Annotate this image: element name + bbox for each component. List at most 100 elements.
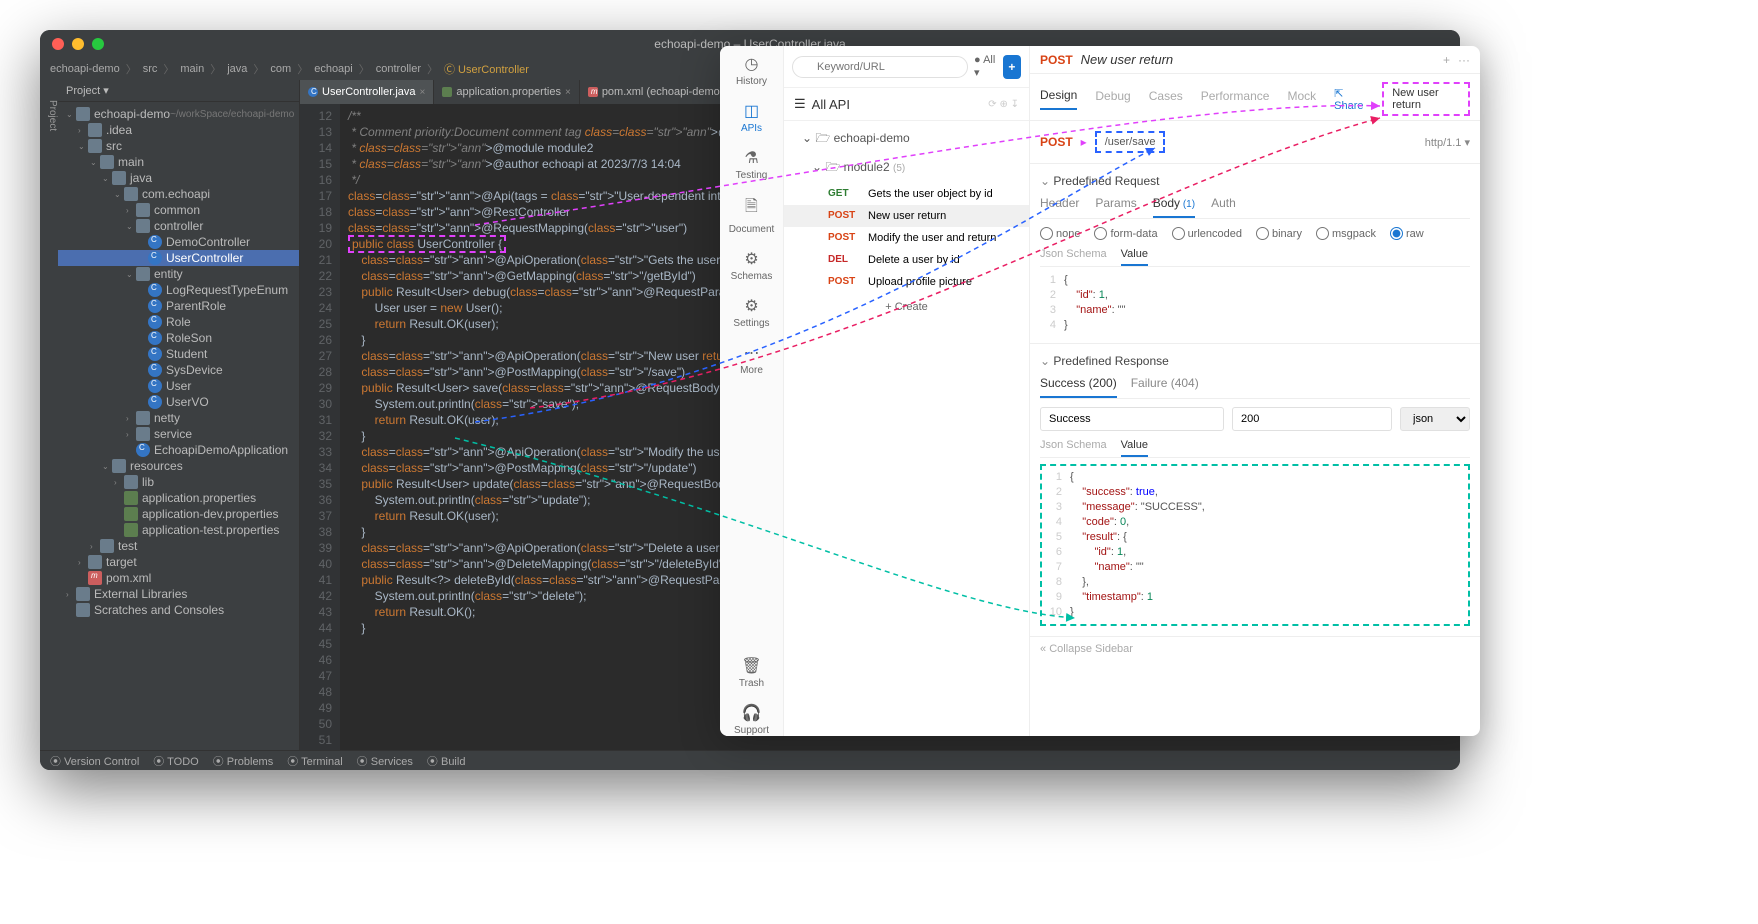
- create-api-button[interactable]: + Create: [784, 293, 1029, 321]
- response-json[interactable]: 12345678910 { "success": true, "message"…: [1046, 470, 1464, 620]
- statusbar-item[interactable]: ⦿ Problems: [213, 753, 274, 769]
- plugin-nav-trash[interactable]: 🗑Trash: [739, 656, 764, 689]
- api-endpoint[interactable]: DELDelete a user by id: [784, 249, 1029, 271]
- tab-json-schema[interactable]: Json Schema: [1040, 248, 1107, 266]
- tree-item[interactable]: UserVO: [58, 394, 299, 410]
- response-tab[interactable]: Success (200): [1040, 376, 1117, 398]
- all-api-header[interactable]: ☰ All API⟳ ⊕ ↧: [784, 88, 1029, 121]
- tree-item[interactable]: pom.xml: [58, 570, 299, 586]
- statusbar-item[interactable]: ⦿ Services: [357, 753, 413, 769]
- close-tab-icon[interactable]: ×: [420, 87, 426, 98]
- subtab-mock[interactable]: Mock: [1287, 89, 1316, 109]
- breadcrumb-item[interactable]: main: [180, 63, 204, 75]
- statusbar-item[interactable]: ⦿ Version Control: [50, 753, 139, 769]
- body-tab-params[interactable]: Params: [1095, 196, 1136, 218]
- tree-item[interactable]: DemoController: [58, 234, 299, 250]
- breadcrumb-item[interactable]: com: [270, 63, 291, 75]
- tree-item[interactable]: ⌄echoapi-demo ~/workSpace/echoapi-demo: [58, 106, 299, 122]
- tree-item[interactable]: ⌄resources: [58, 458, 299, 474]
- api-title-actions[interactable]: +···: [1443, 53, 1470, 67]
- share-button[interactable]: ⇱ Share: [1334, 87, 1370, 112]
- tree-item[interactable]: LogRequestTypeEnum: [58, 282, 299, 298]
- breadcrumb-item[interactable]: Ⓒ UserController: [444, 61, 529, 77]
- plugin-nav-document[interactable]: 🗎Document: [729, 195, 775, 235]
- plugin-nav-settings[interactable]: ⚙Settings: [733, 296, 769, 329]
- minimize-icon[interactable]: [72, 38, 84, 50]
- plugin-nav-apis[interactable]: ◫APIs: [741, 101, 762, 134]
- request-json[interactable]: 1234 { "id": 1, "name": ""}: [1040, 273, 1470, 333]
- plugin-nav-testing[interactable]: ⚗Testing: [736, 148, 768, 181]
- tree-item[interactable]: ›netty: [58, 410, 299, 426]
- plugin-nav-support[interactable]: 🎧Support: [734, 703, 769, 736]
- statusbar-item[interactable]: ⦿ TODO: [153, 753, 198, 769]
- predefined-response-header[interactable]: Predefined Response: [1040, 354, 1470, 368]
- url-path[interactable]: /user/save: [1095, 131, 1166, 153]
- body-type-msgpack[interactable]: msgpack: [1316, 227, 1376, 240]
- body-tab-body[interactable]: Body (1): [1153, 196, 1195, 218]
- resp-tab-value[interactable]: Value: [1121, 439, 1148, 457]
- editor-tab[interactable]: pom.xml (echoapi-demo)×: [580, 80, 743, 104]
- subtab-performance[interactable]: Performance: [1201, 89, 1270, 109]
- api-project[interactable]: ⌄ 🗁 echoapi-demo: [784, 125, 1029, 154]
- plugin-nav-more[interactable]: ⋯More: [740, 343, 763, 376]
- tree-item[interactable]: application-dev.properties: [58, 506, 299, 522]
- tree-item[interactable]: ⌄java: [58, 170, 299, 186]
- tree-item[interactable]: ParentRole: [58, 298, 299, 314]
- search-input[interactable]: [792, 56, 968, 78]
- body-type-raw[interactable]: raw: [1390, 227, 1424, 240]
- tree-item[interactable]: application-test.properties: [58, 522, 299, 538]
- search-scope-select[interactable]: ● All ▾: [974, 54, 997, 79]
- subtab-cases[interactable]: Cases: [1149, 89, 1183, 109]
- body-type-none[interactable]: none: [1040, 227, 1080, 240]
- body-tab-header[interactable]: Header: [1040, 196, 1079, 218]
- editor-tab[interactable]: application.properties×: [434, 80, 579, 104]
- tree-item[interactable]: ›lib: [58, 474, 299, 490]
- tree-item[interactable]: ⌄entity: [58, 266, 299, 282]
- tree-item[interactable]: ›External Libraries: [58, 586, 299, 602]
- tree-item[interactable]: application.properties: [58, 490, 299, 506]
- tab-value[interactable]: Value: [1121, 248, 1148, 266]
- body-tab-auth[interactable]: Auth: [1211, 196, 1236, 218]
- collapse-sidebar-button[interactable]: « Collapse Sidebar: [1030, 636, 1480, 661]
- tree-item[interactable]: User: [58, 378, 299, 394]
- body-type-urlencoded[interactable]: urlencoded: [1172, 227, 1242, 240]
- close-tab-icon[interactable]: ×: [565, 87, 571, 98]
- statusbar-item[interactable]: ⦿ Build: [427, 753, 466, 769]
- subtab-debug[interactable]: Debug: [1095, 89, 1130, 109]
- add-api-button[interactable]: +: [1003, 55, 1021, 79]
- tree-item[interactable]: ⌄controller: [58, 218, 299, 234]
- statusbar-item[interactable]: ⦿ Terminal: [287, 753, 342, 769]
- response-type-select[interactable]: json: [1400, 407, 1470, 431]
- resp-tab-json-schema[interactable]: Json Schema: [1040, 439, 1107, 457]
- body-type-binary[interactable]: binary: [1256, 227, 1302, 240]
- body-type-form-data[interactable]: form-data: [1094, 227, 1157, 240]
- breadcrumb-item[interactable]: echoapi-demo: [50, 63, 120, 75]
- response-name-input[interactable]: [1040, 407, 1224, 431]
- predefined-request-header[interactable]: Predefined Request: [1040, 174, 1470, 188]
- api-endpoint[interactable]: POSTModify the user and return: [784, 227, 1029, 249]
- url-method[interactable]: POST: [1040, 135, 1073, 149]
- api-endpoint[interactable]: POSTNew user return: [784, 205, 1029, 227]
- tree-item[interactable]: ›service: [58, 426, 299, 442]
- tree-item[interactable]: ⌄main: [58, 154, 299, 170]
- breadcrumb-item[interactable]: java: [227, 63, 247, 75]
- zoom-icon[interactable]: [92, 38, 104, 50]
- tree-item[interactable]: ⌄src: [58, 138, 299, 154]
- api-endpoint[interactable]: GETGets the user object by id: [784, 183, 1029, 205]
- tree-item[interactable]: Scratches and Consoles: [58, 602, 299, 618]
- tree-item[interactable]: RoleSon: [58, 330, 299, 346]
- side-tab-project[interactable]: Project: [40, 80, 58, 750]
- api-endpoint[interactable]: POSTUpload profile picture: [784, 271, 1029, 293]
- response-tab[interactable]: Failure (404): [1131, 376, 1199, 398]
- breadcrumb-item[interactable]: src: [143, 63, 158, 75]
- close-icon[interactable]: [52, 38, 64, 50]
- tree-item[interactable]: EchoapiDemoApplication: [58, 442, 299, 458]
- new-user-return-button[interactable]: New user return: [1382, 82, 1470, 116]
- editor-tab[interactable]: UserController.java×: [300, 80, 434, 104]
- tree-item[interactable]: ›.idea: [58, 122, 299, 138]
- subtab-design[interactable]: Design: [1040, 88, 1077, 110]
- tree-item[interactable]: ›test: [58, 538, 299, 554]
- plugin-nav-schemas[interactable]: ⚙Schemas: [731, 249, 773, 282]
- plugin-nav-history[interactable]: ◷History: [736, 54, 767, 87]
- project-panel-header[interactable]: Project ▾: [58, 80, 299, 102]
